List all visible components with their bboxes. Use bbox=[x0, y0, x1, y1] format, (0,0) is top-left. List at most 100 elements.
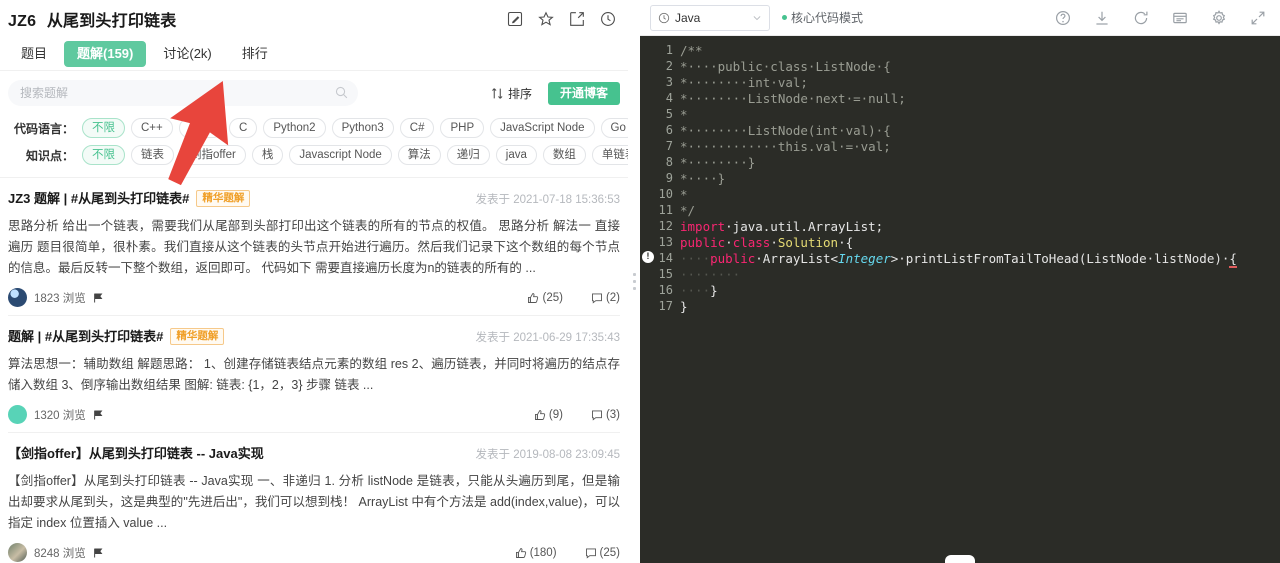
sort-button[interactable]: 排序 bbox=[491, 85, 532, 102]
avatar[interactable] bbox=[8, 405, 27, 424]
chip-topic-4[interactable]: Javascript Node bbox=[289, 145, 392, 165]
solution-tabs: 题目 题解(159) 讨论(2k) 排行 bbox=[0, 38, 628, 71]
code-editor-panel: Java 核心代码模式 1 /** 2 *····public·class·ListN… bbox=[640, 0, 1280, 563]
note-icon[interactable] bbox=[507, 11, 523, 27]
like-value: (25) bbox=[542, 291, 563, 304]
chip-topic-3[interactable]: 栈 bbox=[251, 145, 284, 165]
code-line[interactable]: 6 *········ListNode(int·val)·{ bbox=[640, 122, 1280, 138]
fullscreen-icon[interactable] bbox=[1250, 10, 1266, 26]
article-stats: (180) (25) bbox=[515, 547, 620, 559]
chip-language-0[interactable]: 不限 bbox=[82, 118, 125, 138]
code-line[interactable]: 12 import·java.util.ArrayList; bbox=[640, 218, 1280, 234]
code-line[interactable]: 8 *········} bbox=[640, 154, 1280, 170]
chip-language-8[interactable]: JavaScript Node bbox=[490, 118, 595, 138]
star-icon[interactable] bbox=[538, 11, 554, 27]
search-input[interactable] bbox=[20, 86, 320, 100]
code-line[interactable]: 3 *········int·val; bbox=[640, 74, 1280, 90]
chip-topic-7[interactable]: java bbox=[495, 145, 537, 165]
article-title[interactable]: JZ3 题解 | #从尾到头打印链表# bbox=[8, 190, 189, 207]
editor-bottom-handle[interactable] bbox=[945, 555, 975, 563]
line-number: 14! bbox=[640, 251, 680, 265]
avatar[interactable] bbox=[8, 543, 27, 562]
chip-language-1[interactable]: C++ bbox=[131, 118, 173, 138]
article-excerpt: 思路分析 给出一个链表，需要我们从尾部到头部打印出这个链表的所有的节点的权值。 … bbox=[8, 219, 620, 275]
problem-actions bbox=[507, 11, 616, 27]
chip-language-6[interactable]: C# bbox=[399, 118, 435, 138]
open-blog-button[interactable]: 开通博客 bbox=[547, 81, 620, 105]
like-count[interactable]: (9) bbox=[534, 409, 563, 421]
chip-language-7[interactable]: PHP bbox=[440, 118, 485, 138]
article-stats: (25) (2) bbox=[527, 292, 620, 304]
panel-splitter[interactable] bbox=[628, 0, 640, 563]
code-line[interactable]: 1 /** bbox=[640, 42, 1280, 58]
settings-gear-icon[interactable] bbox=[1211, 9, 1227, 26]
article-date: 发表于 2021-07-18 15:36:53 bbox=[475, 193, 620, 206]
code-line[interactable]: 7 *············this.val·=·val; bbox=[640, 138, 1280, 154]
article-title[interactable]: 题解 | #从尾到头打印链表# bbox=[8, 328, 163, 345]
code-text: *············this.val·=·val; bbox=[680, 138, 891, 154]
comment-count[interactable]: (3) bbox=[591, 409, 620, 421]
search-box[interactable] bbox=[8, 80, 358, 106]
code-lines: 1 /** 2 *····public·class·ListNode·{3 *·····… bbox=[640, 42, 1280, 314]
tab-problem[interactable]: 题目 bbox=[8, 41, 60, 67]
line-number: 17 bbox=[658, 299, 673, 313]
line-number: 16 bbox=[658, 283, 673, 297]
like-count[interactable]: (180) bbox=[515, 547, 557, 559]
line-number: 1 bbox=[665, 43, 673, 57]
search-icon[interactable] bbox=[335, 86, 348, 99]
chip-topic-8[interactable]: 数组 bbox=[542, 145, 586, 165]
reset-icon[interactable] bbox=[1133, 10, 1149, 26]
code-line[interactable]: 4 *········ListNode·next·=·null; bbox=[640, 90, 1280, 106]
share-icon[interactable] bbox=[569, 11, 585, 27]
chip-topic-1[interactable]: 链表 bbox=[131, 145, 174, 165]
code-line[interactable]: 5 * bbox=[640, 106, 1280, 122]
code-line[interactable]: 2 *····public·class·ListNode·{ bbox=[640, 58, 1280, 74]
like-count[interactable]: (25) bbox=[527, 291, 563, 304]
chip-topic-9[interactable]: 单链表 bbox=[591, 145, 628, 165]
avatar[interactable] bbox=[8, 288, 27, 307]
article-header: JZ3 题解 | #从尾到头打印链表# 精华题解 发表于 2021-07-18 … bbox=[8, 190, 620, 207]
article-title[interactable]: 【剑指offer】从尾到头打印链表 -- Java实现 bbox=[8, 445, 264, 462]
line-number: 9 bbox=[665, 171, 673, 185]
list-item[interactable]: 【剑指offer】从尾到头打印链表 -- Java实现 发表于 2019-08-… bbox=[8, 433, 620, 563]
language-select[interactable]: Java bbox=[650, 4, 770, 31]
comment-count[interactable]: (2) bbox=[591, 292, 620, 304]
code-line[interactable]: 14! ····public·ArrayList<Integer>·printLi… bbox=[640, 250, 1280, 268]
mode-dot-icon bbox=[782, 15, 787, 20]
list-item[interactable]: JZ3 题解 | #从尾到头打印链表# 精华题解 发表于 2021-07-18 … bbox=[8, 178, 620, 316]
tab-discussion[interactable]: 讨论(2k) bbox=[150, 41, 224, 67]
chip-topic-5[interactable]: 算法 bbox=[397, 145, 441, 165]
code-text: ····public·ArrayList<Integer>·printListF… bbox=[680, 250, 1237, 268]
chip-language-3[interactable]: C bbox=[229, 118, 258, 138]
chip-topic-2[interactable]: 剑指offer bbox=[180, 145, 246, 165]
article-footer: 8248 浏览 (180) (25) bbox=[8, 543, 620, 562]
help-icon[interactable] bbox=[1055, 10, 1071, 26]
chip-language-5[interactable]: Python3 bbox=[331, 118, 394, 138]
warning-icon[interactable]: ! bbox=[642, 251, 654, 263]
chip-language-9[interactable]: Go bbox=[600, 118, 628, 138]
tab-ranking[interactable]: 排行 bbox=[229, 41, 281, 67]
code-line[interactable]: 15 ········ bbox=[640, 266, 1280, 282]
line-number: 4 bbox=[665, 91, 673, 105]
chip-topic-6[interactable]: 递归 bbox=[446, 145, 490, 165]
note-pad-icon[interactable] bbox=[1172, 10, 1188, 26]
filter-row-topic: 知识点： 不限 链表 剑指offer 栈 Javascript Node 算法 … bbox=[8, 144, 628, 166]
list-item[interactable]: 题解 | #从尾到头打印链表# 精华题解 发表于 2021-06-29 17:3… bbox=[8, 316, 620, 433]
code-line[interactable]: 10 * bbox=[640, 186, 1280, 202]
code-line[interactable]: 13 public·class·Solution·{ bbox=[640, 234, 1280, 250]
chip-topic-0[interactable]: 不限 bbox=[82, 145, 125, 165]
code-line[interactable]: 16 ····} bbox=[640, 282, 1280, 298]
history-icon[interactable] bbox=[600, 11, 616, 27]
download-icon[interactable] bbox=[1094, 10, 1110, 26]
view-count: 8248 浏览 bbox=[34, 547, 86, 560]
code-line[interactable]: 9 *····} bbox=[640, 170, 1280, 186]
code-line[interactable]: 17} bbox=[640, 298, 1280, 314]
comment-count[interactable]: (25) bbox=[585, 547, 620, 559]
chip-language-4[interactable]: Python2 bbox=[263, 118, 326, 138]
chip-language-2[interactable]: Java bbox=[178, 118, 224, 138]
code-text: * bbox=[680, 106, 688, 122]
code-line[interactable]: 11 */ bbox=[640, 202, 1280, 218]
tab-solutions[interactable]: 题解(159) bbox=[64, 41, 147, 67]
code-text: /** bbox=[680, 42, 703, 58]
code-area[interactable]: 1 /** 2 *····public·class·ListNode·{3 *·····… bbox=[640, 36, 1280, 563]
